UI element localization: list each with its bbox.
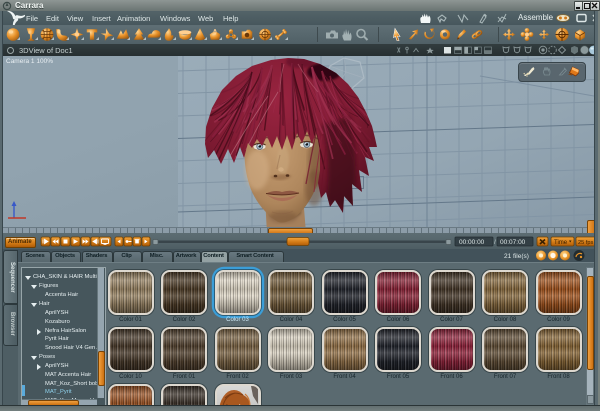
- svg-text:00:07:00: 00:07:00: [500, 239, 526, 246]
- svg-text:/: /: [494, 239, 496, 246]
- svg-text:25 fps: 25 fps: [578, 240, 593, 246]
- svg-text:00:00:00: 00:00:00: [459, 239, 485, 246]
- svg-text:Time: Time: [554, 240, 568, 246]
